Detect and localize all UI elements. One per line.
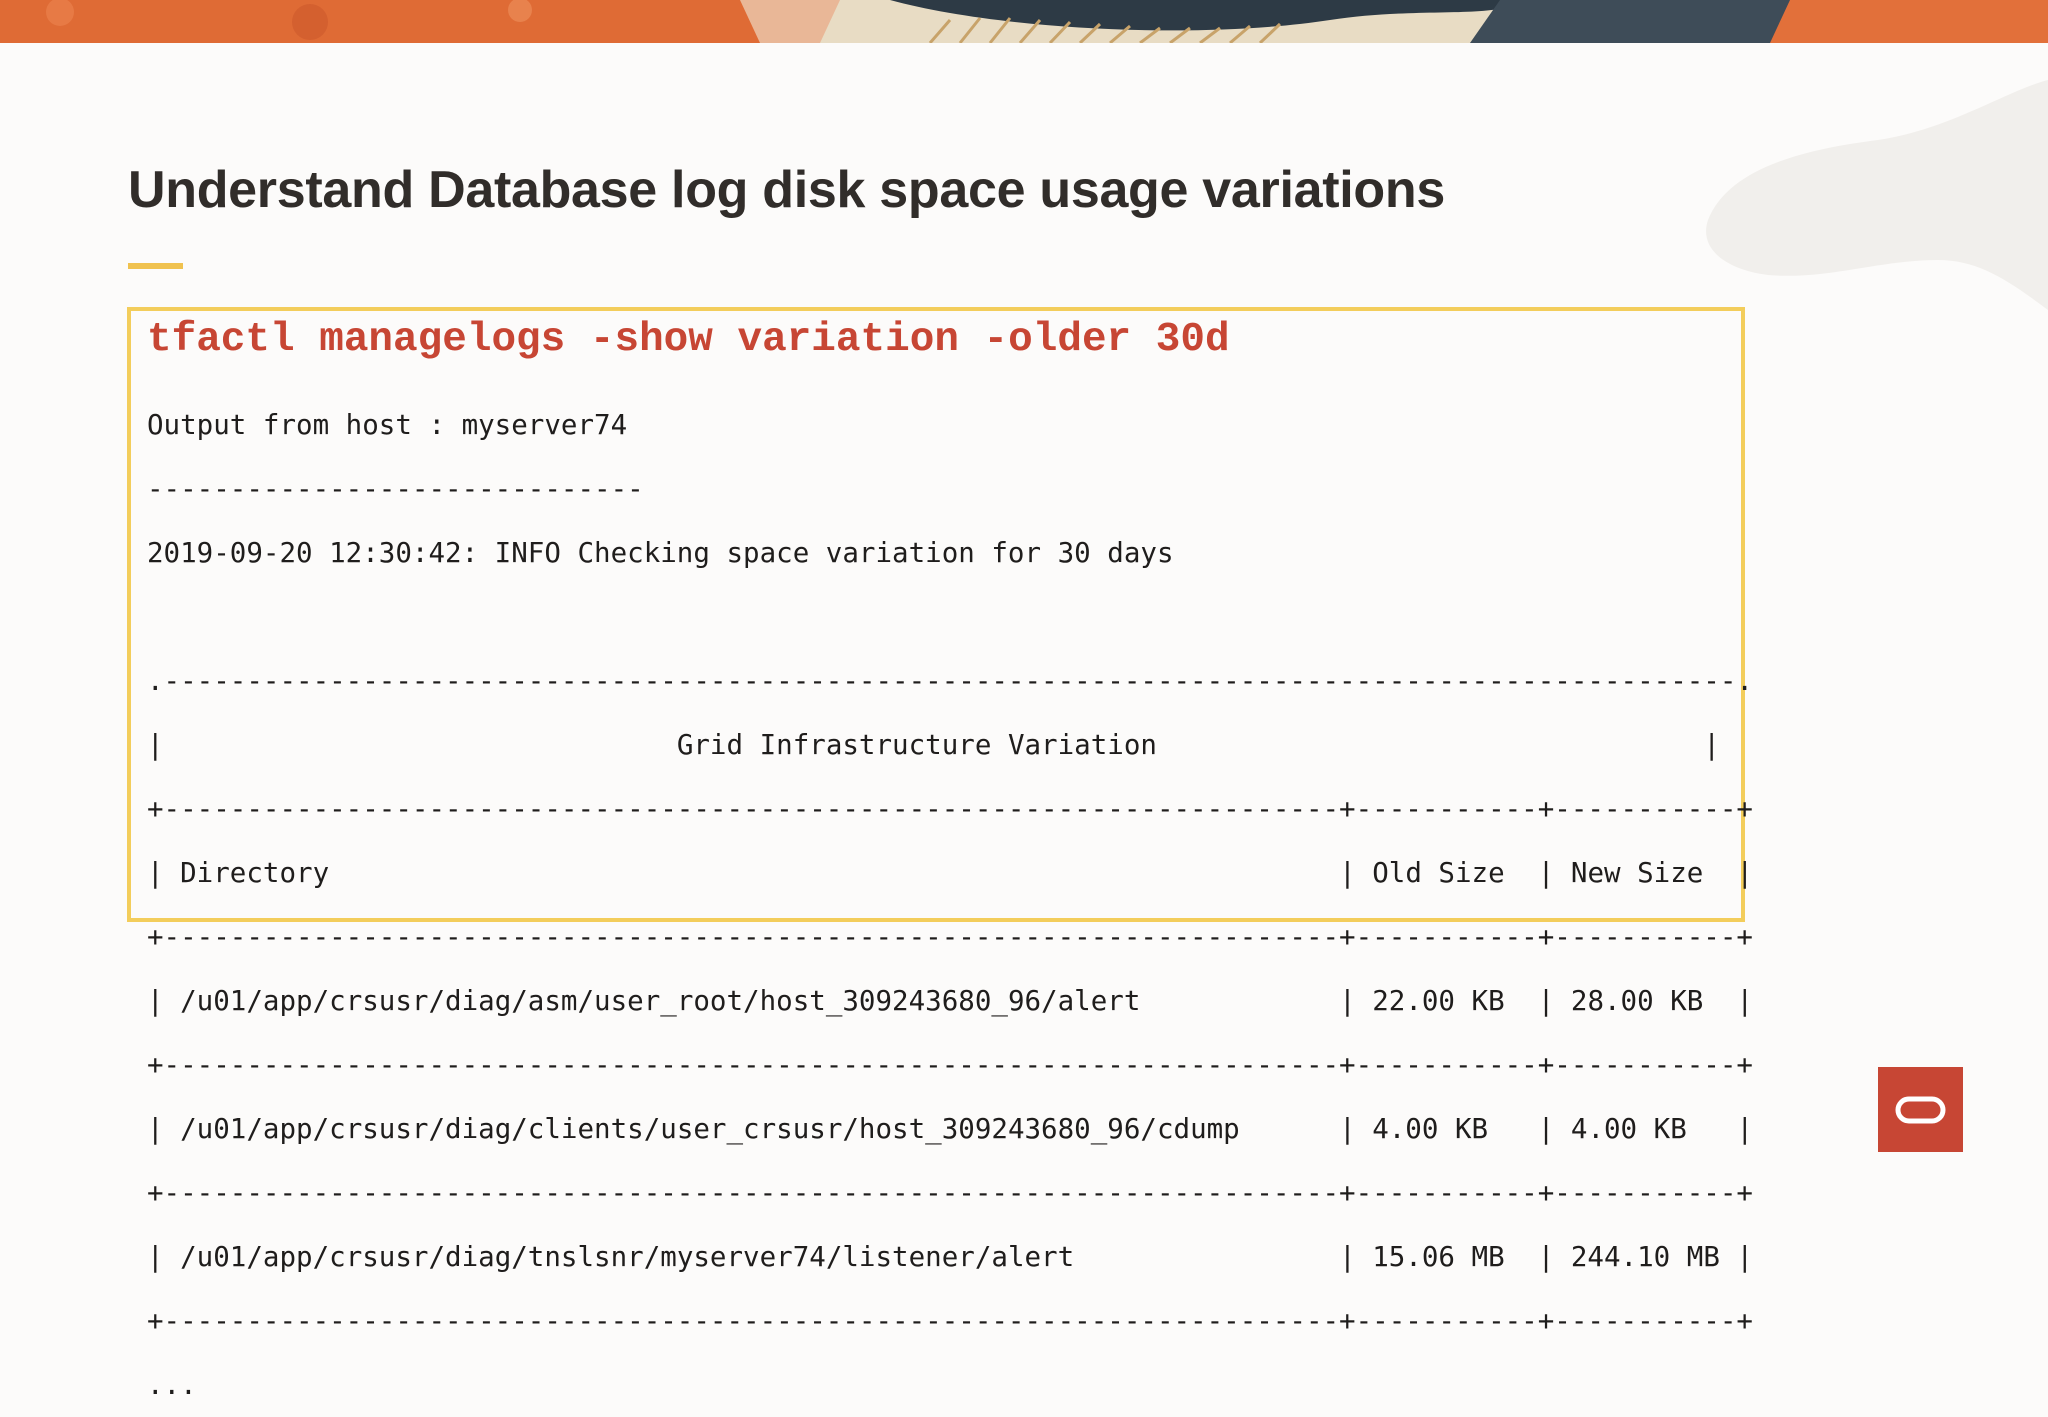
code-output-box: tfactl managelogs -show variation -older…	[127, 307, 1753, 1401]
row-directory: /u01/app/crsusr/diag/asm/user_root/host_…	[180, 985, 1141, 1017]
column-header-old-size: Old Size	[1372, 857, 1505, 889]
row-directory: /u01/app/crsusr/diag/clients/user_crsusr…	[180, 1113, 1240, 1145]
table-separator: +---------------------------------------…	[147, 921, 1753, 953]
column-header-directory: Directory	[180, 857, 330, 889]
row-old-size: 22.00 KB	[1372, 985, 1505, 1017]
host-separator: ------------------------------	[147, 473, 644, 505]
host-line: Output from host : myserver74	[147, 409, 628, 441]
page-title: Understand Database log disk space usage…	[128, 161, 1445, 219]
table-top-border: .---------------------------------------…	[147, 665, 1753, 697]
continuation-ellipsis: ...	[147, 1369, 197, 1401]
row-new-size: 244.10 MB	[1570, 1241, 1720, 1273]
table-title: Grid Infrastructure Variation	[676, 729, 1157, 761]
table-bottom-border: +---------------------------------------…	[147, 1305, 1753, 1337]
info-line: 2019-09-20 12:30:42: INFO Checking space…	[147, 537, 1174, 569]
row-new-size: 4.00 KB	[1570, 1113, 1687, 1145]
row-directory: /u01/app/crsusr/diag/tnslsnr/myserver74/…	[180, 1241, 1075, 1273]
oracle-logo-icon	[1878, 1067, 1963, 1152]
table-separator: +---------------------------------------…	[147, 1177, 1753, 1209]
top-decorative-banner	[0, 0, 2048, 43]
table-title-row: | Grid Infrastructure Variation |	[147, 729, 1720, 761]
table-row: | /u01/app/crsusr/diag/tnslsnr/myserver7…	[147, 1241, 1754, 1273]
row-new-size: 28.00 KB	[1570, 985, 1704, 1017]
table-row: | /u01/app/crsusr/diag/asm/user_root/hos…	[147, 985, 1754, 1017]
table-separator: +---------------------------------------…	[147, 1049, 1753, 1081]
table-row: | /u01/app/crsusr/diag/clients/user_crsu…	[147, 1113, 1754, 1145]
title-accent-bar	[128, 263, 183, 269]
command-output: Output from host : myserver74 ----------…	[147, 393, 1753, 1417]
row-old-size: 4.00 KB	[1372, 1113, 1489, 1145]
column-header-new-size: New Size	[1570, 857, 1704, 889]
command-text: tfactl managelogs -show variation -older…	[147, 317, 1230, 363]
table-separator: +---------------------------------------…	[147, 793, 1753, 825]
table-header-row: | Directory | Old Size | New Size |	[147, 857, 1754, 889]
row-old-size: 15.06 MB	[1372, 1241, 1505, 1273]
